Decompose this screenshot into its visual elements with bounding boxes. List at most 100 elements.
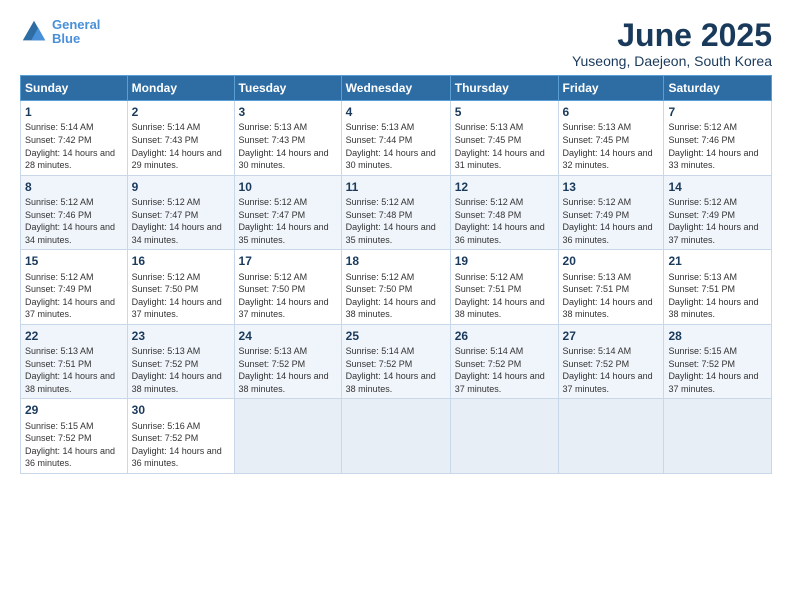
- cell-content: Sunrise: 5:13 AMSunset: 7:51 PMDaylight:…: [25, 345, 123, 395]
- header-row-days: SundayMondayTuesdayWednesdayThursdayFrid…: [21, 76, 772, 101]
- cell-content: Sunrise: 5:15 AMSunset: 7:52 PMDaylight:…: [25, 420, 123, 470]
- day-number: 2: [132, 104, 230, 120]
- calendar-cell: 3Sunrise: 5:13 AMSunset: 7:43 PMDaylight…: [234, 101, 341, 176]
- cell-content: Sunrise: 5:12 AMSunset: 7:48 PMDaylight:…: [455, 196, 554, 246]
- calendar-cell: 15Sunrise: 5:12 AMSunset: 7:49 PMDayligh…: [21, 250, 128, 325]
- calendar-cell: 30 Sunrise: 5:16 AMSunset: 7:52 PMDayligh…: [127, 399, 234, 474]
- day-number: 8: [25, 179, 123, 195]
- day-number: 4: [346, 104, 446, 120]
- cell-content: Sunrise: 5:14 AMSunset: 7:52 PMDaylight:…: [346, 345, 446, 395]
- day-number: 3: [239, 104, 337, 120]
- cell-content: Sunrise: 5:12 AMSunset: 7:48 PMDaylight:…: [346, 196, 446, 246]
- day-number: 26: [455, 328, 554, 344]
- day-number: 14: [668, 179, 767, 195]
- col-header-wednesday: Wednesday: [341, 76, 450, 101]
- day-number: 22: [25, 328, 123, 344]
- calendar-cell: 18Sunrise: 5:12 AMSunset: 7:50 PMDayligh…: [341, 250, 450, 325]
- cell-content: Sunrise: 5:14 AMSunset: 7:52 PMDaylight:…: [455, 345, 554, 395]
- cell-content: Sunrise: 5:13 AMSunset: 7:45 PMDaylight:…: [563, 121, 660, 171]
- calendar-cell: 28Sunrise: 5:15 AMSunset: 7:52 PMDayligh…: [664, 324, 772, 399]
- cell-content: Sunrise: 5:13 AMSunset: 7:43 PMDaylight:…: [239, 121, 337, 171]
- cell-content: Sunrise: 5:13 AMSunset: 7:52 PMDaylight:…: [239, 345, 337, 395]
- day-number: 23: [132, 328, 230, 344]
- calendar-cell: 12Sunrise: 5:12 AMSunset: 7:48 PMDayligh…: [450, 175, 558, 250]
- calendar-cell: 8Sunrise: 5:12 AMSunset: 7:46 PMDaylight…: [21, 175, 128, 250]
- header-row: General Blue June 2025 Yuseong, Daejeon,…: [20, 18, 772, 69]
- col-header-thursday: Thursday: [450, 76, 558, 101]
- logo-blue: Blue: [52, 31, 80, 46]
- week-row-0: 1Sunrise: 5:14 AMSunset: 7:42 PMDaylight…: [21, 101, 772, 176]
- calendar-cell: 7Sunrise: 5:12 AMSunset: 7:46 PMDaylight…: [664, 101, 772, 176]
- col-header-sunday: Sunday: [21, 76, 128, 101]
- day-number: 12: [455, 179, 554, 195]
- logo: General Blue: [20, 18, 100, 47]
- calendar-cell: 21 Sunrise: 5:13 AMSunset: 7:51 PMDayligh…: [664, 250, 772, 325]
- col-header-monday: Monday: [127, 76, 234, 101]
- calendar-cell: 6Sunrise: 5:13 AMSunset: 7:45 PMDaylight…: [558, 101, 664, 176]
- cell-content: Sunrise: 5:14 AMSunset: 7:52 PMDaylight:…: [563, 345, 660, 395]
- calendar-cell: 13Sunrise: 5:12 AMSunset: 7:49 PMDayligh…: [558, 175, 664, 250]
- calendar-table: SundayMondayTuesdayWednesdayThursdayFrid…: [20, 75, 772, 474]
- week-row-1: 8Sunrise: 5:12 AMSunset: 7:46 PMDaylight…: [21, 175, 772, 250]
- calendar-cell: 27Sunrise: 5:14 AMSunset: 7:52 PMDayligh…: [558, 324, 664, 399]
- day-number: 7: [668, 104, 767, 120]
- day-number: 30: [132, 402, 230, 418]
- calendar-cell: 2Sunrise: 5:14 AMSunset: 7:43 PMDaylight…: [127, 101, 234, 176]
- day-number: 17: [239, 253, 337, 269]
- cell-content: Sunrise: 5:12 AMSunset: 7:49 PMDaylight:…: [668, 196, 767, 246]
- calendar-cell: 29Sunrise: 5:15 AMSunset: 7:52 PMDayligh…: [21, 399, 128, 474]
- cell-content: Sunrise: 5:13 AMSunset: 7:44 PMDaylight:…: [346, 121, 446, 171]
- col-header-saturday: Saturday: [664, 76, 772, 101]
- calendar-cell: 1Sunrise: 5:14 AMSunset: 7:42 PMDaylight…: [21, 101, 128, 176]
- cell-content: Sunrise: 5:16 AMSunset: 7:52 PMDaylight:…: [132, 420, 230, 470]
- day-number: 19: [455, 253, 554, 269]
- day-number: 16: [132, 253, 230, 269]
- day-number: 1: [25, 104, 123, 120]
- logo-text: General Blue: [52, 18, 100, 47]
- calendar-cell: 19 Sunrise: 5:12 AMSunset: 7:51 PMDayligh…: [450, 250, 558, 325]
- week-row-4: 29Sunrise: 5:15 AMSunset: 7:52 PMDayligh…: [21, 399, 772, 474]
- day-number: 15: [25, 253, 123, 269]
- cell-content: Sunrise: 5:14 AMSunset: 7:42 PMDaylight:…: [25, 121, 123, 171]
- day-number: 25: [346, 328, 446, 344]
- calendar-cell: 24Sunrise: 5:13 AMSunset: 7:52 PMDayligh…: [234, 324, 341, 399]
- calendar-cell: 11Sunrise: 5:12 AMSunset: 7:48 PMDayligh…: [341, 175, 450, 250]
- cell-content: Sunrise: 5:13 AMSunset: 7:51 PMDaylight:…: [668, 271, 767, 321]
- cell-content: Sunrise: 5:12 AMSunset: 7:50 PMDaylight:…: [132, 271, 230, 321]
- cell-content: Sunrise: 5:12 AMSunset: 7:46 PMDaylight:…: [668, 121, 767, 171]
- col-header-friday: Friday: [558, 76, 664, 101]
- calendar-cell: 25Sunrise: 5:14 AMSunset: 7:52 PMDayligh…: [341, 324, 450, 399]
- cell-content: Sunrise: 5:13 AMSunset: 7:52 PMDaylight:…: [132, 345, 230, 395]
- calendar-cell: 9Sunrise: 5:12 AMSunset: 7:47 PMDaylight…: [127, 175, 234, 250]
- cell-content: Sunrise: 5:13 AMSunset: 7:45 PMDaylight:…: [455, 121, 554, 171]
- day-number: 18: [346, 253, 446, 269]
- week-row-2: 15Sunrise: 5:12 AMSunset: 7:49 PMDayligh…: [21, 250, 772, 325]
- calendar-cell: 22Sunrise: 5:13 AMSunset: 7:51 PMDayligh…: [21, 324, 128, 399]
- logo-icon: [20, 18, 48, 46]
- day-number: 11: [346, 179, 446, 195]
- calendar-cell: [664, 399, 772, 474]
- main-title: June 2025: [572, 18, 772, 53]
- calendar-cell: [558, 399, 664, 474]
- day-number: 6: [563, 104, 660, 120]
- calendar-cell: [450, 399, 558, 474]
- week-row-3: 22Sunrise: 5:13 AMSunset: 7:51 PMDayligh…: [21, 324, 772, 399]
- cell-content: Sunrise: 5:12 AMSunset: 7:46 PMDaylight:…: [25, 196, 123, 246]
- day-number: 21: [668, 253, 767, 269]
- cell-content: Sunrise: 5:14 AMSunset: 7:43 PMDaylight:…: [132, 121, 230, 171]
- day-number: 27: [563, 328, 660, 344]
- calendar-cell: 4Sunrise: 5:13 AMSunset: 7:44 PMDaylight…: [341, 101, 450, 176]
- day-number: 13: [563, 179, 660, 195]
- cell-content: Sunrise: 5:12 AMSunset: 7:47 PMDaylight:…: [132, 196, 230, 246]
- cell-content: Sunrise: 5:12 AMSunset: 7:50 PMDaylight:…: [239, 271, 337, 321]
- day-number: 10: [239, 179, 337, 195]
- subtitle: Yuseong, Daejeon, South Korea: [572, 53, 772, 69]
- cell-content: Sunrise: 5:15 AMSunset: 7:52 PMDaylight:…: [668, 345, 767, 395]
- calendar-cell: [234, 399, 341, 474]
- day-number: 20: [563, 253, 660, 269]
- day-number: 28: [668, 328, 767, 344]
- day-number: 9: [132, 179, 230, 195]
- title-block: June 2025 Yuseong, Daejeon, South Korea: [572, 18, 772, 69]
- cell-content: Sunrise: 5:12 AMSunset: 7:51 PMDaylight:…: [455, 271, 554, 321]
- calendar-cell: 5Sunrise: 5:13 AMSunset: 7:45 PMDaylight…: [450, 101, 558, 176]
